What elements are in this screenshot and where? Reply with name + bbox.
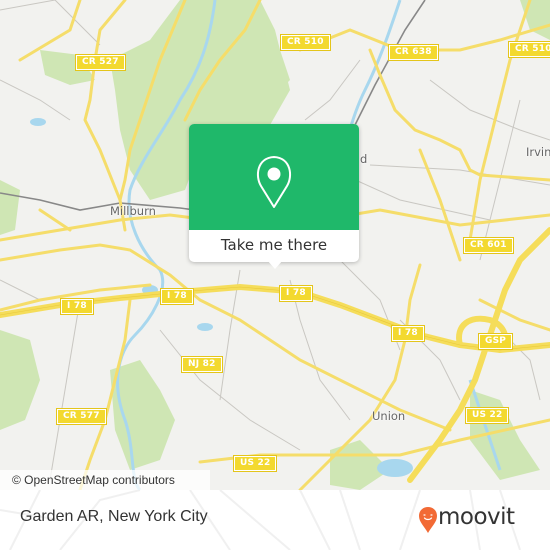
- place-label-union: Union: [372, 409, 406, 423]
- road-shield-i-78: I 78: [279, 285, 313, 302]
- road-shield-i-78: I 78: [60, 298, 94, 315]
- road-shield-i-78: I 78: [391, 325, 425, 342]
- road-shield-cr-510-east: CR 510: [508, 41, 550, 58]
- road-shield-cr-577: CR 577: [56, 408, 107, 425]
- road-shield-i-78: I 78: [160, 288, 194, 305]
- road-shield-gsp: GSP: [477, 333, 514, 350]
- road-shield-us-22: US 22: [464, 407, 510, 424]
- road-shield-cr-510: CR 510: [280, 34, 331, 51]
- map-attribution[interactable]: © OpenStreetMap contributors: [0, 470, 210, 490]
- road-shield-us-22-west: US 22: [232, 455, 278, 472]
- popup-pointer: [267, 260, 283, 269]
- road-shield-cr-638: CR 638: [388, 44, 439, 61]
- place-label-partial: d: [360, 152, 368, 166]
- popup-header: [189, 124, 359, 230]
- place-label-irvington: Irvin: [526, 145, 550, 159]
- road-shield-cr-601: CR 601: [463, 237, 514, 254]
- road-shield-nj-82: NJ 82: [181, 356, 223, 373]
- location-popup: Take me there: [189, 124, 359, 269]
- map[interactable]: CR 527 CR 510 CR 638 CR 510 CR 601 I 78 …: [0, 0, 550, 490]
- moovit-pin-icon: [419, 507, 437, 533]
- place-name: Garden AR, New York City: [20, 508, 208, 525]
- road-shield-cr-527: CR 527: [75, 54, 126, 71]
- place-label-millburn: Millburn: [110, 204, 156, 218]
- take-me-there-button[interactable]: Take me there: [189, 230, 359, 262]
- footer: Garden AR, New York City moovit: [0, 490, 550, 550]
- map-pin-icon: [256, 156, 292, 208]
- moovit-wordmark: moovit: [438, 504, 515, 530]
